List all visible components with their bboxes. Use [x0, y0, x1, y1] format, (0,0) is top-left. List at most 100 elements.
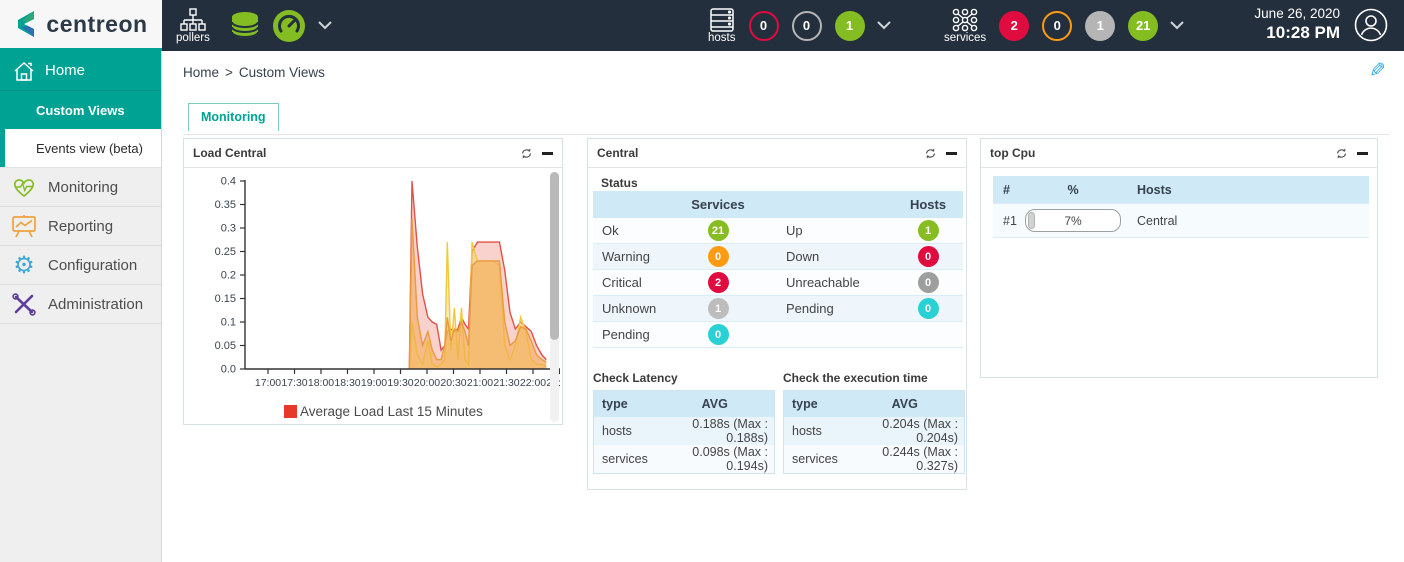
custom-views-label: Custom Views: [36, 103, 125, 118]
status-row-pending: Pending 0: [593, 322, 963, 348]
refresh-icon[interactable]: [520, 147, 533, 160]
pollers-chevron-down-icon[interactable]: [318, 21, 332, 30]
host-state-label: Pending: [773, 301, 893, 316]
sidebar-item-label: Reporting: [48, 218, 113, 235]
tools-icon: [10, 291, 38, 317]
home-icon: [13, 61, 35, 81]
hosts-chevron-down-icon[interactable]: [877, 21, 891, 30]
refresh-icon[interactable]: [924, 147, 937, 160]
breadcrumb: Home>Custom Views: [183, 65, 325, 80]
check-latency-title: Check Latency: [593, 371, 775, 385]
services-badge-3[interactable]: 21: [1128, 11, 1158, 41]
hosts-badge-0[interactable]: 0: [749, 11, 779, 41]
mini-table-row: services0.098s (Max : 0.194s): [594, 445, 775, 474]
services-badge-0[interactable]: 2: [999, 11, 1029, 41]
sidebar-item-custom-views[interactable]: Custom Views: [0, 91, 161, 129]
host-count-badge[interactable]: 1: [918, 220, 939, 241]
sidebar-item-administration[interactable]: Administration: [0, 285, 161, 324]
hosts-badge-1[interactable]: 0: [792, 11, 822, 41]
sidebar-item-label: Administration: [48, 296, 143, 313]
services-chevron-down-icon[interactable]: [1170, 21, 1184, 30]
check-latency-section: Check Latency typeAVGhosts0.188s (Max : …: [593, 371, 775, 474]
breadcrumb-custom-views[interactable]: Custom Views: [239, 65, 325, 80]
user-profile-icon[interactable]: [1354, 8, 1388, 42]
edit-view-pencil-icon[interactable]: ✎: [1369, 58, 1386, 82]
legend-item-1: [284, 423, 483, 425]
current-date: June 26, 2020: [1254, 6, 1340, 21]
gauge-icon[interactable]: [272, 9, 306, 43]
svg-text:0.3: 0.3: [221, 223, 236, 235]
minimize-icon[interactable]: [542, 152, 553, 155]
svg-text:0.4: 0.4: [221, 176, 236, 188]
service-count-badge[interactable]: 0: [708, 324, 729, 345]
hosts-status-group: hosts 001: [708, 0, 891, 51]
load-chart-legend: Average Load Last 15 Minutes: [284, 402, 483, 425]
service-count-badge[interactable]: 21: [708, 220, 729, 241]
host-state-label: Up: [773, 223, 893, 238]
hosts-badge-2[interactable]: 1: [835, 11, 865, 41]
svg-text:17:30: 17:30: [281, 377, 307, 389]
pollers-button[interactable]: pollers: [176, 8, 210, 44]
area-series-2: [409, 219, 546, 369]
host-state-label: Unreachable: [773, 275, 893, 290]
pollers-sitemap-icon: [180, 8, 206, 32]
services-status-group: services 201 21: [944, 0, 1184, 51]
mini-table-header: typeAVG: [784, 391, 965, 417]
cpu-percent-label: 7%: [1026, 210, 1120, 231]
svg-text:21:30: 21:30: [493, 377, 519, 389]
gear-icon: ⚙: [10, 252, 38, 278]
svg-text:0.35: 0.35: [215, 199, 236, 211]
database-icon[interactable]: [228, 9, 262, 43]
status-row-ok: Ok 21 Up 1: [593, 218, 963, 244]
service-state-label: Ok: [593, 223, 663, 238]
services-badge-1[interactable]: 0: [1042, 11, 1072, 41]
sidebar-item-monitoring[interactable]: Monitoring: [0, 168, 161, 207]
cpu-rank: #1: [993, 214, 1023, 228]
service-state-label: Unknown: [593, 301, 663, 316]
host-count-badge[interactable]: 0: [918, 298, 939, 319]
minimize-icon[interactable]: [1357, 152, 1368, 155]
minimize-icon[interactable]: [946, 152, 957, 155]
tab-monitoring[interactable]: Monitoring: [188, 103, 279, 131]
services-column-header: Services: [663, 197, 773, 212]
service-count-badge[interactable]: 2: [708, 272, 729, 293]
service-count-badge[interactable]: 0: [708, 246, 729, 267]
breadcrumb-home[interactable]: Home: [183, 65, 219, 80]
sidebar-item-home[interactable]: Home: [0, 51, 161, 91]
status-row-warning: Warning0Down0: [593, 244, 963, 270]
hosts-badges: 001: [736, 11, 865, 41]
status-heading: Status: [601, 176, 638, 190]
centreon-logo[interactable]: centreon: [0, 0, 162, 48]
host-count-badge[interactable]: 0: [918, 246, 939, 267]
heart-pulse-icon: [10, 174, 38, 200]
svg-text:0.05: 0.05: [215, 340, 236, 352]
widget-central: Central Status ServicesHostsOk21Up1Warni…: [587, 138, 967, 490]
service-state-label: Pending: [593, 327, 663, 342]
svg-text:20:00: 20:00: [414, 377, 440, 389]
sidebar: Home Custom Views Events view (beta) Mon…: [0, 51, 162, 562]
scrollbar-thumb[interactable]: [550, 172, 559, 340]
refresh-icon[interactable]: [1335, 147, 1348, 160]
service-state-label: Critical: [593, 275, 663, 290]
hosts-button[interactable]: hosts: [708, 8, 736, 44]
host-count-badge[interactable]: 0: [918, 272, 939, 293]
widget-load-central: Load Central 0.40.350.30.250.20.150.10.0…: [183, 138, 563, 425]
top-cpu-row: #17%Central: [993, 204, 1369, 238]
check-execution-section: Check the execution time typeAVGhosts0.2…: [783, 371, 965, 474]
clock: June 26, 2020 10:28 PM: [1254, 6, 1340, 43]
sidebar-item-events-view[interactable]: Events view (beta): [0, 129, 161, 168]
events-view-label: Events view (beta): [36, 141, 143, 156]
legend-swatch: [284, 405, 297, 418]
check-latency-table: typeAVGhosts0.188s (Max : 0.188s)service…: [593, 390, 775, 474]
top-cpu-table: #%Hosts#17%Central: [993, 176, 1369, 238]
services-badge-2[interactable]: 1: [1085, 11, 1115, 41]
services-button[interactable]: services: [944, 8, 986, 44]
sidebar-item-label: Configuration: [48, 257, 137, 274]
svg-text:20:30: 20:30: [440, 377, 466, 389]
cpu-progress-bar: 7%: [1025, 209, 1121, 232]
sidebar-item-reporting[interactable]: Reporting: [0, 207, 161, 246]
centreon-chevron-icon: [14, 10, 40, 38]
sidebar-item-configuration[interactable]: ⚙ Configuration: [0, 246, 161, 285]
service-count-badge[interactable]: 1: [708, 298, 729, 319]
pollers-label: pollers: [176, 32, 210, 44]
